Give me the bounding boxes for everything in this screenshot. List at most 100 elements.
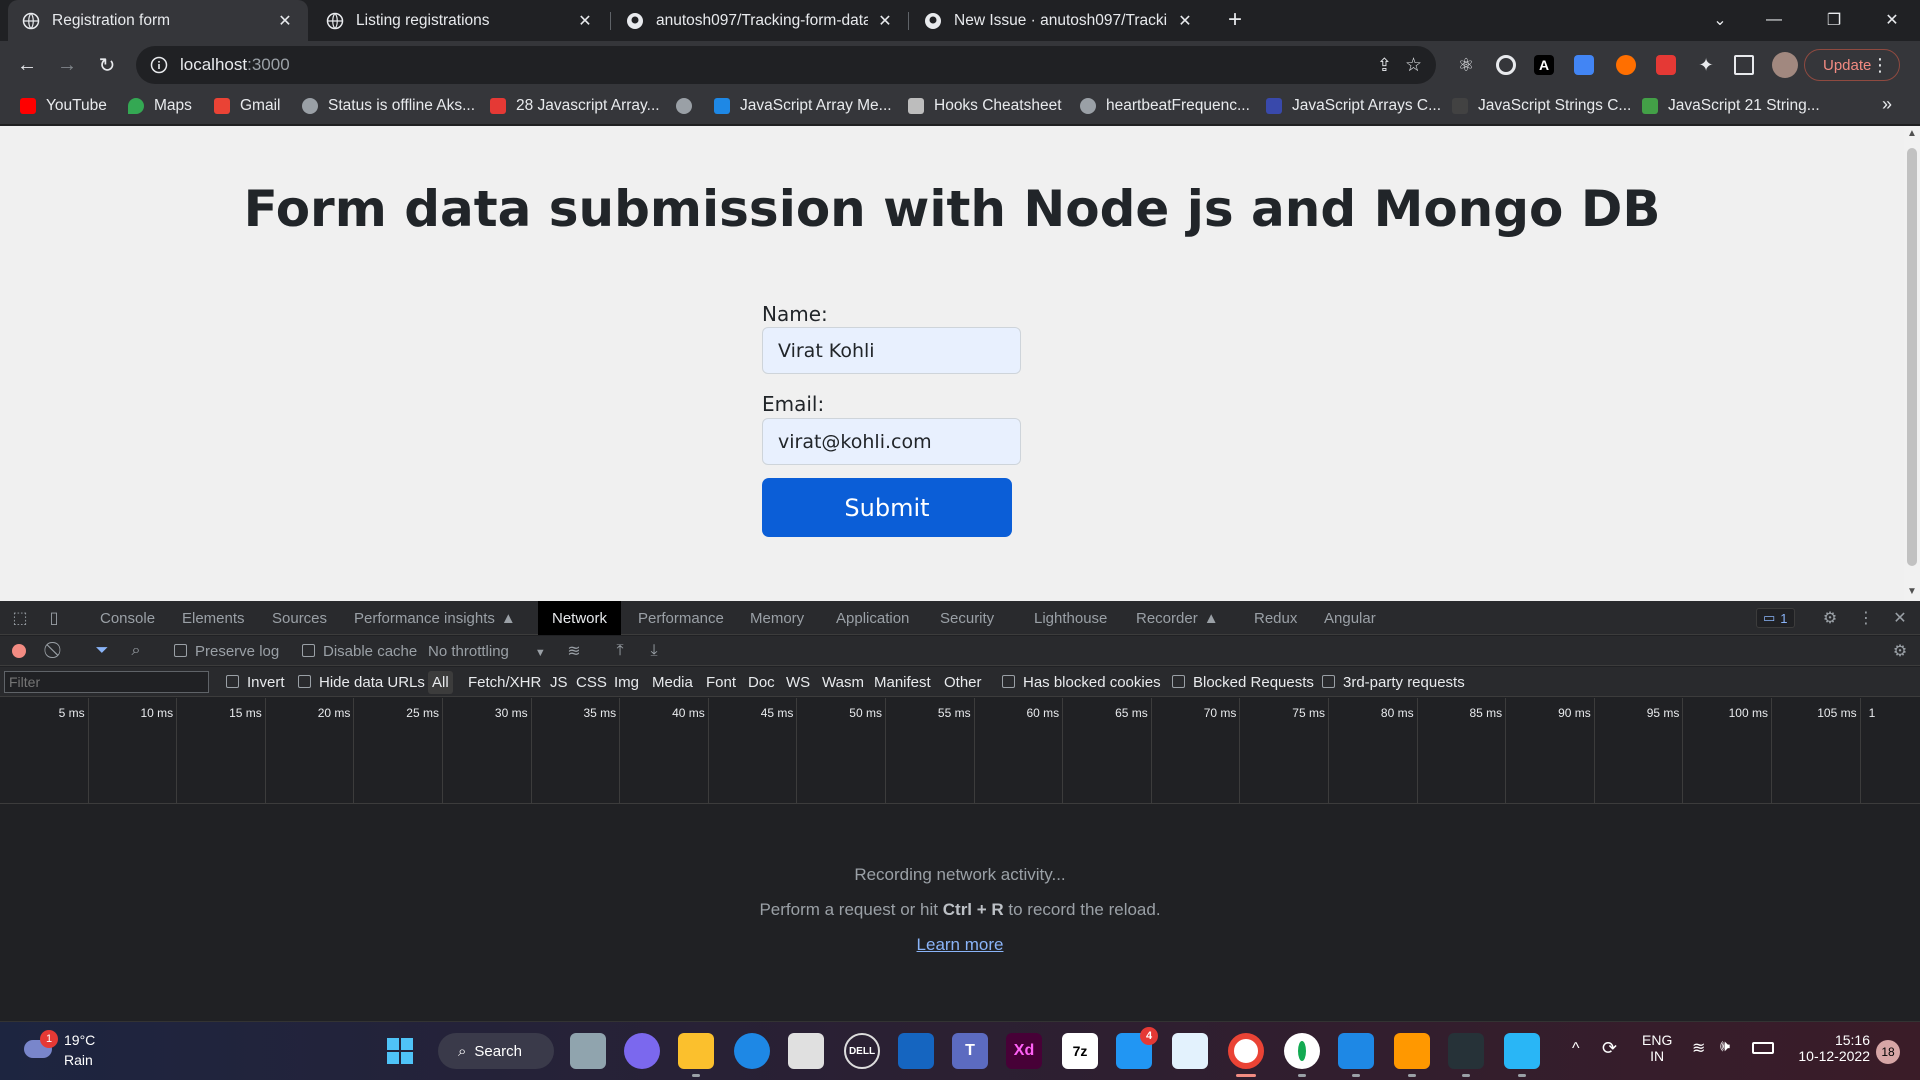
record-icon[interactable] (12, 644, 26, 658)
task-view-icon[interactable] (570, 1033, 606, 1069)
forward-arrow-icon[interactable]: → (52, 50, 82, 80)
snipping-tool-icon[interactable] (1504, 1033, 1540, 1069)
page-scrollbar[interactable]: ▲ ▼ (1904, 126, 1920, 601)
devtools-tab-angular[interactable]: Angular (1310, 601, 1390, 635)
microsoft-todo-icon[interactable]: 4 (1116, 1027, 1158, 1069)
type-filter-font[interactable]: Font (706, 674, 736, 691)
type-filter-img[interactable]: Img (614, 674, 639, 691)
type-filter-media[interactable]: Media (652, 674, 693, 691)
tab-listing-registrations[interactable]: Listing registrations ✕ (312, 0, 608, 41)
react-devtools-icon[interactable]: ⚛ (1456, 55, 1476, 75)
address-bar[interactable]: localhost:3000 ⇪ ☆ (136, 46, 1436, 84)
profile-avatar[interactable] (1772, 52, 1798, 78)
sync-icon[interactable]: ⟳ (1602, 1038, 1617, 1059)
type-filter-fetch-xhr[interactable]: Fetch/XHR (468, 674, 541, 691)
export-har-icon[interactable]: ⤓ (644, 641, 664, 661)
devtools-tab-performance[interactable]: Performance (624, 601, 738, 635)
tab-registration-form[interactable]: Registration form ✕ (8, 0, 308, 41)
devtools-tab-redux[interactable]: Redux (1240, 601, 1311, 635)
has-blocked-cookies-checkbox[interactable] (1002, 675, 1015, 688)
devtools-tab-sources[interactable]: Sources (258, 601, 341, 635)
extension-a-icon[interactable]: A (1534, 55, 1554, 75)
invert-checkbox[interactable] (226, 675, 239, 688)
clear-icon[interactable]: ⃠ (46, 641, 66, 661)
language-indicator[interactable]: ENG IN (1642, 1032, 1672, 1064)
import-har-icon[interactable]: ⤒ (610, 641, 630, 661)
chat-icon[interactable] (624, 1033, 660, 1069)
bookmark-javascript-arrays[interactable]: JavaScript Arrays C... (1266, 88, 1441, 124)
microsoft-store-icon[interactable] (788, 1033, 824, 1069)
adobe-xd-icon[interactable]: Xd (1006, 1033, 1042, 1069)
extension-target-icon[interactable] (1496, 55, 1516, 75)
dell-icon[interactable]: DELL (844, 1033, 880, 1069)
disable-cache-checkbox[interactable] (302, 644, 315, 657)
tab-github-repo[interactable]: anutosh097/Tracking-form-data- ✕ (612, 0, 908, 41)
settings-gear-icon[interactable]: ⚙ (1820, 608, 1840, 628)
vscode-icon[interactable] (1338, 1033, 1374, 1069)
bookmark-28-javascript-array[interactable]: 28 Javascript Array... (490, 88, 660, 124)
throttling-select[interactable]: No throttling ▼ (428, 643, 546, 660)
bookmark-hooks-cheatsheet[interactable]: Hooks Cheatsheet (908, 88, 1062, 124)
devtools-tab-lighthouse[interactable]: Lighthouse (1020, 601, 1121, 635)
taskbar-search-box[interactable]: ⌕ Search (438, 1033, 554, 1069)
wifi-icon[interactable]: ≋ (1692, 1038, 1705, 1058)
reload-icon[interactable]: ↻ (92, 50, 122, 80)
devtools-tab-memory[interactable]: Memory (736, 601, 818, 635)
type-filter-other[interactable]: Other (944, 674, 982, 691)
type-filter-ws[interactable]: WS (786, 674, 810, 691)
devtools-tab-security[interactable]: Security (926, 601, 1008, 635)
email-input[interactable] (762, 418, 1021, 465)
update-button[interactable]: Update ⋮ (1804, 49, 1900, 81)
submit-button[interactable]: Submit (762, 478, 1012, 537)
bookmark-star-icon[interactable]: ☆ (1405, 54, 1422, 77)
network-conditions-icon[interactable]: ≋ (564, 641, 584, 661)
volume-icon[interactable]: 🕪 (1720, 1038, 1730, 1056)
type-filter-all[interactable]: All (428, 671, 453, 694)
bookmark-javascript-21-string[interactable]: JavaScript 21 String... (1642, 88, 1820, 124)
terminal-icon[interactable] (1448, 1033, 1484, 1069)
file-explorer-icon[interactable] (678, 1033, 714, 1069)
mongodb-compass-icon[interactable] (1284, 1033, 1320, 1069)
preserve-log-checkbox[interactable] (174, 644, 187, 657)
mobaxterm-icon[interactable] (898, 1033, 934, 1069)
type-filter-manifest[interactable]: Manifest (874, 674, 931, 691)
third-party-requests-checkbox[interactable] (1322, 675, 1335, 688)
type-filter-css[interactable]: CSS (576, 674, 607, 691)
devtools-tab-application[interactable]: Application (822, 601, 923, 635)
devtools-tab-recorder[interactable]: Recorder ▲ (1122, 601, 1233, 635)
devtools-menu-icon[interactable]: ⋮ (1856, 608, 1876, 628)
app-orange-icon[interactable] (1394, 1033, 1430, 1069)
close-devtools-icon[interactable]: ✕ (1890, 608, 1910, 628)
bookmark-heartbeat[interactable]: heartbeatFrequenc... (1080, 88, 1250, 124)
inspect-element-icon[interactable]: ⬚ (10, 608, 30, 628)
7zip-icon[interactable]: 7z (1062, 1033, 1098, 1069)
bookmark-youtube[interactable]: YouTube (20, 88, 107, 124)
share-icon[interactable]: ⇪ (1377, 55, 1392, 76)
back-arrow-icon[interactable]: ← (12, 50, 42, 80)
bookmark-maps[interactable]: Maps (128, 88, 192, 124)
scroll-up-arrow-icon[interactable]: ▲ (1907, 128, 1917, 139)
clock[interactable]: 15:16 10-12-2022 (1790, 1032, 1870, 1064)
teams-icon[interactable]: T (952, 1033, 988, 1069)
minimize-icon[interactable]: — (1746, 0, 1802, 40)
bookmark-globe[interactable] (676, 88, 702, 124)
bookmark-javascript-array-me[interactable]: JavaScript Array Me... (714, 88, 892, 124)
notification-count-badge[interactable]: 18 (1876, 1040, 1900, 1064)
menu-dots-icon[interactable]: ⋮ (1871, 55, 1889, 76)
filter-funnel-icon[interactable]: ⏷ (92, 641, 112, 661)
network-settings-gear-icon[interactable]: ⚙ (1890, 641, 1910, 661)
edge-icon[interactable] (734, 1033, 770, 1069)
windows-start-icon[interactable] (382, 1033, 418, 1069)
learn-more-link[interactable]: Learn more (917, 935, 1004, 954)
close-tab-icon[interactable]: ✕ (876, 12, 894, 30)
type-filter-doc[interactable]: Doc (748, 674, 775, 691)
google-translate-icon[interactable] (1574, 55, 1594, 75)
filter-input[interactable] (4, 671, 209, 693)
app-icon[interactable] (1172, 1033, 1208, 1069)
site-info-icon[interactable] (150, 56, 168, 74)
close-window-icon[interactable]: ✕ (1864, 0, 1920, 40)
close-tab-icon[interactable]: ✕ (576, 12, 594, 30)
close-tab-icon[interactable]: ✕ (276, 12, 294, 30)
hide-data-urls-checkbox[interactable] (298, 675, 311, 688)
extensions-puzzle-icon[interactable]: ✦ (1696, 55, 1716, 75)
